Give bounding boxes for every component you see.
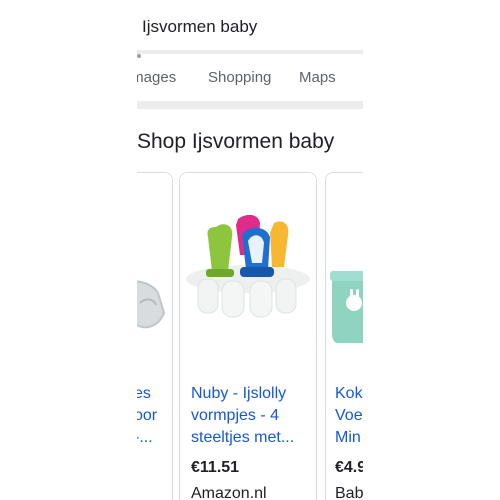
search-tabs: Images Shopping Maps bbox=[137, 54, 363, 101]
product-store: Amazon.nl bbox=[191, 485, 267, 500]
section-title: Shop Ijsvormen baby bbox=[137, 130, 335, 153]
tab-shopping[interactable]: Shopping bbox=[208, 69, 271, 86]
tab-overflow[interactable] bbox=[137, 54, 141, 58]
product-image bbox=[330, 271, 363, 343]
product-title-line: steeltjes met... bbox=[191, 429, 295, 446]
search-bar[interactable]: Ijsvormen baby bbox=[137, 0, 363, 50]
product-title[interactable]: Nuby - Ijslolly vormpjes - 4 steeltjes m… bbox=[191, 383, 311, 449]
product-price: €11.51 bbox=[191, 459, 240, 476]
product-card[interactable]: Kok Voe Min €4.9 Bab bbox=[325, 172, 363, 500]
search-input[interactable]: Ijsvormen baby bbox=[142, 17, 257, 37]
product-image bbox=[186, 214, 310, 318]
product-title-line: Min bbox=[335, 429, 361, 446]
product-card[interactable]: es oor -... bbox=[137, 172, 173, 500]
product-title-line: oor bbox=[137, 407, 158, 424]
product-price: €4.9 bbox=[335, 459, 363, 476]
product-title-line: Voe bbox=[335, 407, 363, 424]
product-image bbox=[137, 280, 166, 329]
tab-maps-label: Maps bbox=[299, 69, 336, 86]
product-title[interactable]: Kok Voe Min bbox=[335, 383, 363, 449]
product-card[interactable]: Nuby - Ijslolly vormpjes - 4 steeltjes m… bbox=[179, 172, 317, 500]
product-title-line: Kok bbox=[335, 385, 363, 402]
tab-shopping-label: Shopping bbox=[208, 69, 272, 86]
product-title-line: es bbox=[137, 385, 151, 402]
tab-images-label: Images bbox=[137, 69, 177, 86]
product-title-line: vormpjes - 4 bbox=[191, 407, 280, 424]
tab-images[interactable]: Images bbox=[137, 69, 176, 86]
product-store: Bab bbox=[335, 485, 363, 500]
tab-maps[interactable]: Maps bbox=[299, 69, 336, 86]
product-title[interactable]: es oor -... bbox=[137, 383, 172, 449]
search-results-viewport: Ijsvormen baby Images Shopping Maps Shop… bbox=[137, 0, 363, 500]
divider bbox=[137, 101, 363, 109]
product-title-line: Nuby - Ijslolly bbox=[191, 385, 287, 402]
product-title-line: -... bbox=[137, 429, 153, 446]
